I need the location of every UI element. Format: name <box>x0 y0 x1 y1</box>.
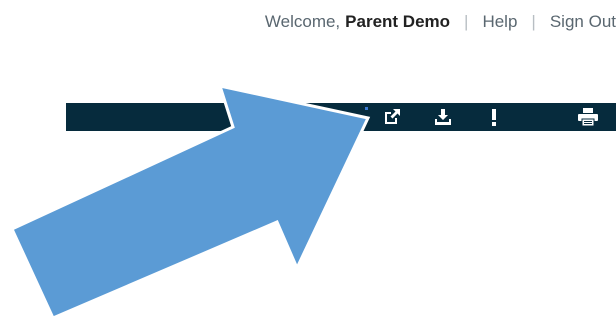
welcome-text: Welcome, <box>264 12 341 31</box>
alert-icon[interactable] <box>484 103 504 131</box>
print-icon[interactable] <box>574 103 602 131</box>
page: Welcome, Parent Demo | Help | Sign Out <box>0 0 616 319</box>
separator: | <box>531 12 536 31</box>
annotation-arrow <box>10 83 371 319</box>
download-icon[interactable] <box>429 103 457 131</box>
sign-out-link[interactable]: Sign Out <box>550 12 616 32</box>
user-bar: Welcome, Parent Demo | Help | Sign Out <box>265 10 616 34</box>
toolbar-marker <box>365 107 368 110</box>
open-external-icon[interactable] <box>378 103 406 131</box>
help-link[interactable]: Help <box>482 12 517 32</box>
separator: | <box>464 12 469 31</box>
report-toolbar <box>66 103 616 131</box>
user-name: Parent Demo <box>345 12 451 31</box>
